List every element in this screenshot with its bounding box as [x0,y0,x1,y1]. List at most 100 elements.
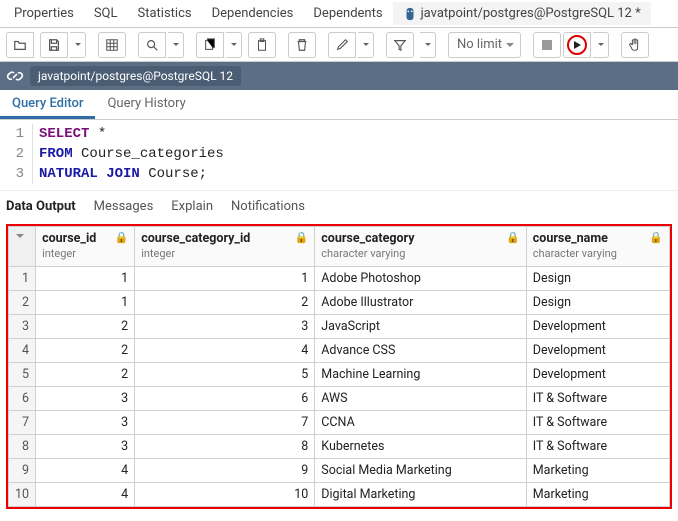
execute-button[interactable] [563,32,591,58]
rownum-cell[interactable]: 9 [9,459,36,483]
table-row[interactable]: 525Machine LearningDevelopment [9,363,670,387]
tab-properties[interactable]: Properties [4,2,84,25]
cell[interactable]: Adobe Photoshop [315,267,526,291]
rownum-cell[interactable]: 1 [9,267,36,291]
cell[interactable]: JavaScript [315,315,526,339]
tab-explain[interactable]: Explain [171,199,213,214]
tab-data-output[interactable]: Data Output [6,199,76,214]
cell[interactable]: 3 [36,435,135,459]
delete-button[interactable] [288,32,316,58]
cell[interactable]: 2 [36,363,135,387]
tab-query-editor[interactable]: Query Editor [0,90,95,119]
cell[interactable]: 4 [135,339,315,363]
cell[interactable]: 2 [36,315,135,339]
col-header-course-category[interactable]: 🔒course_categorycharacter varying [315,227,526,267]
copy-dropdown[interactable] [226,32,242,58]
cell[interactable]: Development [526,339,669,363]
cell[interactable]: Kubernetes [315,435,526,459]
cell[interactable]: CCNA [315,411,526,435]
rownum-cell[interactable]: 2 [9,291,36,315]
cell[interactable]: 10 [135,483,315,507]
cell[interactable]: 1 [135,267,315,291]
copy-button[interactable] [196,32,224,58]
cell[interactable]: Digital Marketing [315,483,526,507]
grid-button[interactable] [98,32,126,58]
cell[interactable]: 4 [36,483,135,507]
table-row[interactable]: 10410Digital MarketingMarketing [9,483,670,507]
cell[interactable]: 3 [36,411,135,435]
rownum-cell[interactable]: 3 [9,315,36,339]
cell[interactable]: IT & Software [526,411,669,435]
paste-button[interactable] [248,32,276,58]
cell[interactable]: 2 [135,291,315,315]
cell[interactable]: 2 [36,339,135,363]
filter-button[interactable] [386,32,414,58]
col-header-course-id[interactable]: 🔒course_idinteger [36,227,135,267]
table-row[interactable]: 212Adobe IllustratorDesign [9,291,670,315]
hand-button[interactable] [621,32,649,58]
tab-dependents[interactable]: Dependents [303,2,392,25]
cell[interactable]: AWS [315,387,526,411]
edit-button[interactable] [328,32,356,58]
table-row[interactable]: 636AWSIT & Software [9,387,670,411]
code-editor[interactable]: 123 SELECT * FROM Course_categories NATU… [0,120,678,190]
rownum-cell[interactable]: 4 [9,339,36,363]
limit-select[interactable]: No limit [448,32,521,58]
table-row[interactable]: 838KubernetesIT & Software [9,435,670,459]
filter-dropdown[interactable] [420,32,436,58]
search-dropdown[interactable] [168,32,184,58]
table-row[interactable]: 737CCNAIT & Software [9,411,670,435]
table-row[interactable]: 949Social Media MarketingMarketing [9,459,670,483]
tab-statistics[interactable]: Statistics [128,2,202,25]
cell[interactable]: Adobe Illustrator [315,291,526,315]
table-row[interactable]: 111Adobe PhotoshopDesign [9,267,670,291]
cell[interactable]: Advance CSS [315,339,526,363]
cell[interactable]: Social Media Marketing [315,459,526,483]
cell[interactable]: Marketing [526,483,669,507]
col-header-course-category-id[interactable]: 🔒course_category_idinteger [135,227,315,267]
rownum-cell[interactable]: 5 [9,363,36,387]
edit-dropdown[interactable] [358,32,374,58]
cell[interactable]: 5 [135,363,315,387]
rownum-cell[interactable]: 7 [9,411,36,435]
table-row[interactable]: 424Advance CSSDevelopment [9,339,670,363]
rownum-cell[interactable]: 6 [9,387,36,411]
col-header-course-name[interactable]: 🔒course_namecharacter varying [526,227,669,267]
cell[interactable]: Design [526,267,669,291]
cell[interactable]: 1 [36,291,135,315]
cell[interactable]: 6 [135,387,315,411]
open-file-button[interactable] [6,32,34,58]
rownum-cell[interactable]: 8 [9,435,36,459]
execute-dropdown[interactable] [593,32,609,58]
result-grid[interactable]: 🔒course_idinteger 🔒course_category_idint… [8,226,670,507]
tab-dependencies[interactable]: Dependencies [202,2,304,25]
cell[interactable]: 8 [135,435,315,459]
connection-label[interactable]: javatpoint/postgres@PostgreSQL 12 [30,66,241,86]
cell[interactable]: 3 [135,315,315,339]
cell[interactable]: 3 [36,387,135,411]
search-button[interactable] [138,32,166,58]
rownum-cell[interactable]: 10 [9,483,36,507]
limit-select-label: No limit [457,37,502,52]
tab-query-file[interactable]: javatpoint/postgres@PostgreSQL 12 * [393,2,651,25]
cell[interactable]: 1 [36,267,135,291]
cell[interactable]: Machine Learning [315,363,526,387]
cell[interactable]: 4 [36,459,135,483]
cell[interactable]: Development [526,315,669,339]
cell[interactable]: IT & Software [526,387,669,411]
tab-messages[interactable]: Messages [94,199,154,214]
cell[interactable]: IT & Software [526,435,669,459]
cell[interactable]: Marketing [526,459,669,483]
save-button[interactable] [40,32,68,58]
cell[interactable]: 9 [135,459,315,483]
tab-sql[interactable]: SQL [84,2,128,25]
save-dropdown[interactable] [70,32,86,58]
stop-button[interactable] [533,32,561,58]
cell[interactable]: Development [526,363,669,387]
cell[interactable]: 7 [135,411,315,435]
tab-notifications[interactable]: Notifications [231,199,305,214]
cell[interactable]: Design [526,291,669,315]
tab-query-history[interactable]: Query History [95,90,197,119]
table-row[interactable]: 323JavaScriptDevelopment [9,315,670,339]
rownum-header[interactable] [9,227,36,267]
